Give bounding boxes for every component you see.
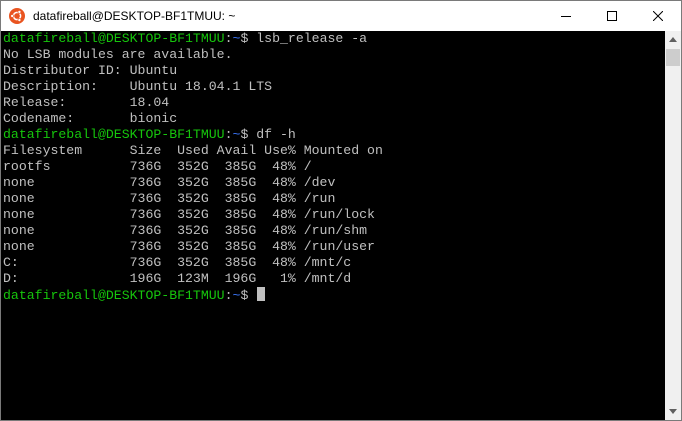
prompt-symbol: $ (240, 31, 257, 46)
scroll-down-arrow-icon (669, 409, 677, 414)
terminal-lines: datafireball@DESKTOP-BF1TMUU:~$ lsb_rele… (1, 31, 665, 303)
terminal-window: datafireball@DESKTOP-BF1TMUU: ~ datafire… (0, 0, 682, 421)
minimize-icon (561, 16, 571, 17)
output-line: Release: 18.04 (3, 95, 170, 110)
output-line: Description: Ubuntu 18.04.1 LTS (3, 79, 273, 94)
minimize-button[interactable] (543, 1, 589, 31)
output-line: none 736G 352G 385G 48% /run/lock (3, 207, 375, 222)
scroll-up-arrow-icon (669, 37, 677, 42)
output-line: none 736G 352G 385G 48% /run/user (3, 239, 375, 254)
prompt-separator: : (224, 31, 233, 46)
prompt-user-host: datafireball@DESKTOP-BF1TMUU (3, 288, 225, 303)
window-title: datafireball@DESKTOP-BF1TMUU: ~ (33, 9, 236, 23)
command-text: df -h (256, 127, 296, 142)
scroll-up-button[interactable] (665, 31, 681, 48)
command-text: lsb_release -a (256, 31, 368, 46)
maximize-button[interactable] (589, 1, 635, 31)
output-line: none 736G 352G 385G 48% /run (3, 191, 336, 206)
prompt-line: datafireball@DESKTOP-BF1TMUU:~$ (3, 287, 665, 303)
window-controls (543, 1, 681, 31)
output-line: No LSB modules are available. (3, 47, 233, 62)
output-line: rootfs 736G 352G 385G 48% / (3, 159, 312, 174)
close-icon (653, 11, 663, 21)
maximize-icon (607, 11, 617, 21)
scroll-thumb[interactable] (666, 49, 680, 66)
output-line: none 736G 352G 385G 48% /dev (3, 175, 336, 190)
output-line: D: 196G 123M 196G 1% /mnt/d (3, 271, 352, 286)
prompt-line: datafireball@DESKTOP-BF1TMUU:~$ lsb_rele… (3, 31, 665, 47)
prompt-line: datafireball@DESKTOP-BF1TMUU:~$ df -h (3, 127, 665, 143)
prompt-user-host: datafireball@DESKTOP-BF1TMUU (3, 31, 225, 46)
scroll-down-button[interactable] (665, 403, 681, 420)
output-line: Distributor ID: Ubuntu (3, 63, 178, 78)
output-line: Filesystem Size Used Avail Use% Mounted … (3, 143, 383, 158)
prompt-separator: : (224, 127, 233, 142)
terminal-output[interactable]: datafireball@DESKTOP-BF1TMUU:~$ lsb_rele… (1, 31, 665, 420)
prompt-symbol: $ (240, 288, 257, 303)
title-bar[interactable]: datafireball@DESKTOP-BF1TMUU: ~ (1, 1, 681, 31)
output-line: C: 736G 352G 385G 48% /mnt/c (3, 255, 352, 270)
prompt-symbol: $ (240, 127, 257, 142)
prompt-user-host: datafireball@DESKTOP-BF1TMUU (3, 127, 225, 142)
output-line: Codename: bionic (3, 111, 178, 126)
output-line: none 736G 352G 385G 48% /run/shm (3, 223, 368, 238)
ubuntu-logo-icon (9, 8, 25, 24)
close-button[interactable] (635, 1, 681, 31)
text-cursor (257, 287, 266, 301)
vertical-scrollbar[interactable] (665, 31, 681, 420)
prompt-separator: : (224, 288, 233, 303)
